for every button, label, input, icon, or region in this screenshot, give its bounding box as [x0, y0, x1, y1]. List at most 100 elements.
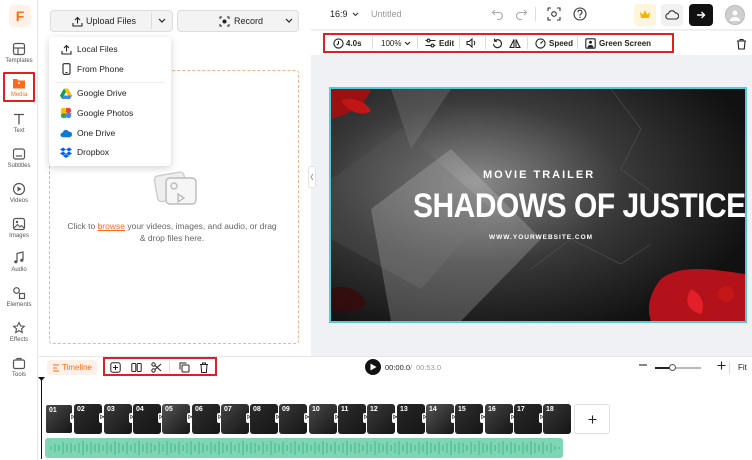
- clip-number: 07: [224, 406, 232, 413]
- collapse-panel-handle[interactable]: [308, 166, 316, 188]
- screenshot-icon[interactable]: [547, 7, 561, 21]
- sidebar-item-label: Elements: [6, 302, 32, 308]
- upload-files-button[interactable]: Upload Files: [50, 10, 173, 32]
- sidebar-item-label: Audio: [11, 267, 27, 273]
- timeline-clip[interactable]: 18: [543, 404, 571, 434]
- zoom-select[interactable]: 100%: [381, 36, 411, 50]
- timeline-clip[interactable]: 15: [455, 404, 483, 434]
- timeline-toggle[interactable]: Timeline: [47, 360, 97, 375]
- timeline-clip[interactable]: 06: [192, 404, 220, 434]
- menu-item-one-drive[interactable]: One Drive: [49, 124, 171, 142]
- timeline-clip[interactable]: 14: [426, 404, 454, 434]
- flip-button[interactable]: [509, 36, 521, 50]
- help-icon[interactable]: [573, 7, 587, 21]
- volume-icon: [466, 38, 476, 48]
- clip-number: 14: [429, 406, 437, 413]
- avatar[interactable]: [725, 5, 745, 25]
- onedrive-icon: [60, 127, 72, 139]
- clip-number: 12: [370, 406, 378, 413]
- timeline-divider: [729, 362, 730, 374]
- menu-item-label: Dropbox: [77, 147, 110, 157]
- timeline-clip[interactable]: 13: [397, 404, 425, 434]
- sidebar-item-label: Images: [9, 233, 29, 239]
- timeline-clip[interactable]: 11: [338, 404, 366, 434]
- timeline-clip[interactable]: 08: [250, 404, 278, 434]
- chevron-down-icon[interactable]: [285, 18, 293, 24]
- sidebar-item-label: Videos: [9, 198, 29, 204]
- playhead[interactable]: [38, 377, 45, 459]
- zoom-slider-handle[interactable]: [669, 364, 676, 371]
- chevron-down-icon: [352, 12, 358, 16]
- duration-control[interactable]: 4.0s: [333, 36, 362, 50]
- sidebar-item-templates[interactable]: Templates: [0, 42, 38, 64]
- volume-button[interactable]: [466, 36, 477, 50]
- sidebar-item-images[interactable]: Images: [0, 217, 38, 239]
- export-button[interactable]: [689, 4, 713, 26]
- green-screen-icon: [585, 37, 596, 49]
- current-time: 00:00.0: [385, 363, 411, 372]
- rotate-button[interactable]: [492, 36, 503, 50]
- videos-icon: [12, 182, 26, 196]
- timeline-clip[interactable]: 01: [45, 404, 73, 434]
- menu-item-from-phone[interactable]: From Phone: [49, 60, 171, 78]
- timeline-clip[interactable]: 05: [162, 404, 190, 434]
- play-button[interactable]: [365, 359, 381, 375]
- green-screen-button[interactable]: Green Screen: [585, 36, 651, 50]
- video-preview[interactable]: MOVIE TRAILER SHADOWS OF JUSTICE WWW.YOU…: [329, 87, 747, 323]
- premium-button[interactable]: [634, 4, 656, 26]
- project-title[interactable]: Untitled: [371, 9, 402, 19]
- undo-icon[interactable]: [491, 8, 504, 20]
- menu-item-dropbox[interactable]: Dropbox: [49, 143, 171, 161]
- plus-icon: [588, 415, 596, 423]
- menu-item-local-files[interactable]: Local Files: [49, 40, 171, 58]
- upload-icon: [72, 16, 83, 27]
- button-divider: [151, 13, 152, 29]
- flip-icon: [509, 38, 521, 48]
- timeline-clip[interactable]: 17: [514, 404, 542, 434]
- timeline-clip[interactable]: 10: [309, 404, 337, 434]
- timeline-clip[interactable]: 04: [133, 404, 161, 434]
- toolbar-divider: [527, 37, 528, 49]
- menu-item-google-drive[interactable]: Google Drive: [49, 84, 171, 102]
- cloud-icon: [665, 10, 679, 20]
- trash-icon[interactable]: [736, 38, 747, 50]
- audio-track[interactable]: [45, 438, 563, 458]
- timeline-clip[interactable]: 07: [221, 404, 249, 434]
- record-label: Record: [234, 16, 264, 26]
- timeline-clip[interactable]: 02: [74, 404, 102, 434]
- sidebar-item-elements[interactable]: Elements: [0, 286, 38, 308]
- app-logo[interactable]: F: [9, 5, 31, 27]
- redo-icon[interactable]: [515, 8, 528, 20]
- rotate-icon: [492, 38, 503, 48]
- sidebar-item-text[interactable]: Text: [0, 112, 38, 134]
- edit-button[interactable]: Edit: [425, 36, 454, 50]
- aspect-ratio-select[interactable]: 16:9: [330, 9, 359, 19]
- upload-illustration-icon: [153, 171, 197, 205]
- timeline-clip[interactable]: 03: [104, 404, 132, 434]
- sidebar-item-subtitles[interactable]: Subtitles: [0, 147, 38, 169]
- zoom-slider[interactable]: [655, 364, 701, 371]
- sidebar-item-label: Text: [13, 128, 25, 134]
- sidebar-item-audio[interactable]: Audio: [0, 251, 38, 273]
- sidebar-item-effects[interactable]: Effects: [0, 321, 38, 343]
- sidebar-item-media[interactable]: Media: [0, 76, 38, 98]
- sidebar-item-tools[interactable]: Tools: [0, 356, 38, 378]
- timeline-clip[interactable]: 12: [367, 404, 395, 434]
- cloud-save-button[interactable]: [661, 4, 683, 26]
- menu-item-label: Local Files: [77, 44, 118, 54]
- speed-button[interactable]: Speed: [535, 36, 573, 50]
- zoom-out-icon[interactable]: [639, 364, 647, 366]
- menu-item-label: Google Photos: [77, 108, 134, 118]
- fit-button[interactable]: Fit: [738, 363, 747, 372]
- timeline-clip[interactable]: 09: [279, 404, 307, 434]
- zoom-in-icon[interactable]: [717, 361, 726, 370]
- timeline-clip[interactable]: 16: [485, 404, 513, 434]
- clip-number: 03: [107, 406, 115, 413]
- browse-link[interactable]: browse: [98, 221, 125, 231]
- clip-number: 10: [312, 406, 320, 413]
- menu-item-google-photos[interactable]: Google Photos: [49, 104, 171, 122]
- chevron-down-icon[interactable]: [158, 18, 166, 24]
- add-clip-button[interactable]: [574, 404, 610, 434]
- sidebar-item-videos[interactable]: Videos: [0, 182, 38, 204]
- record-button[interactable]: Record: [177, 10, 299, 32]
